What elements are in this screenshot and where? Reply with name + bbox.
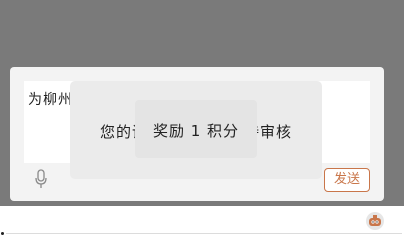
bottom-divider — [6, 233, 402, 234]
screen: 为柳州 发送 您的评论已提交，等待审核 奖励 1 积分 — [0, 0, 404, 240]
reward-toast: 奖励 1 积分 — [135, 100, 257, 158]
comment-input-text: 为柳州 — [28, 92, 73, 108]
reward-toast-text: 奖励 1 积分 — [152, 122, 240, 140]
microphone-icon[interactable] — [34, 169, 48, 189]
send-button[interactable]: 发送 — [324, 168, 370, 192]
page-indicator-dot — [1, 232, 4, 235]
bottom-bar — [0, 206, 404, 240]
robot-icon[interactable] — [366, 212, 384, 230]
